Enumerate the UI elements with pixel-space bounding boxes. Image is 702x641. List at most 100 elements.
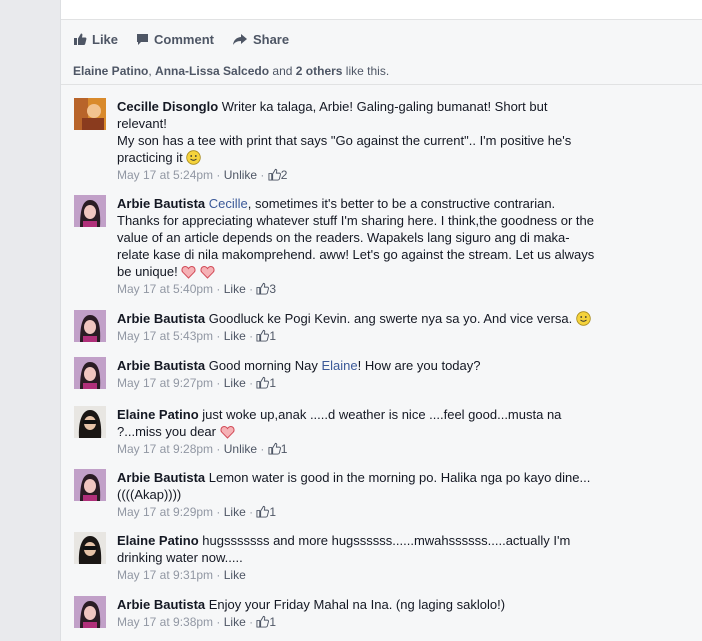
likes-summary: Elaine Patino, Anna-Lissa Salcedo and 2 … [73,64,389,78]
liker-link[interactable]: Anna-Lissa Salcedo [155,64,269,78]
liker-link[interactable]: Elaine Patino [73,64,148,78]
avatar[interactable] [74,532,106,564]
comment-author[interactable]: Elaine Patino [117,533,199,548]
comment-author[interactable]: Arbie Bautista [117,358,205,373]
comment-author[interactable]: Cecille Disonglo [117,99,218,114]
avatar[interactable] [74,357,106,389]
meta-separator: · [245,505,257,519]
comment-text: Good morning Nay [208,358,322,373]
comment-author[interactable]: Arbie Bautista [117,311,205,326]
comment-text: Enjoy your Friday Mahal na Ina. (ng lagi… [208,597,506,612]
comment-like-count[interactable]: 1 [281,442,288,456]
thumbs-up-icon [268,168,281,181]
comment-text: Thanks for appreciating whatever stuff I… [117,213,595,228]
meta-separator: · [213,168,224,182]
comment-timestamp[interactable]: May 17 at 5:40pm [117,282,213,296]
comment-like-count[interactable]: 3 [269,282,276,296]
like-link[interactable]: Like [224,329,246,343]
comment-timestamp[interactable]: May 17 at 9:28pm [117,442,213,456]
comment-like-count[interactable]: 2 [281,168,288,182]
post-card: Like Comment Share Elaine Patino, Anna-L… [60,0,702,641]
smiley-emoji-icon [576,311,591,326]
likes-and: and [269,64,296,78]
meta-separator: · [245,329,257,343]
comment-like-count[interactable]: 1 [269,615,276,629]
comment-text: hugsssssss and more hugssssss......mwahs… [202,533,571,548]
meta-separator: · [245,615,257,629]
comment-like-count[interactable]: 1 [269,505,276,519]
meta-separator: · [213,505,224,519]
smiley-emoji-icon [186,150,202,165]
share-action[interactable]: Share [232,32,289,47]
meta-separator: · [213,282,224,296]
meta-separator: · [213,376,224,390]
heart-emoji-icon [220,426,235,439]
thumbs-up-icon [256,282,270,295]
thumbs-up-icon [74,33,87,45]
meta-separator: · [213,568,224,582]
comment-text: Lemon water is good in the morning po. H… [208,470,591,485]
like-link[interactable]: Like [224,568,246,582]
avatar[interactable] [74,469,106,501]
avatar[interactable] [74,406,106,438]
comment-author[interactable]: Elaine Patino [117,407,199,422]
comment-text: ((((Akap)))) [117,487,182,502]
thumbs-up-icon [256,329,270,342]
comment-text: ! How are you today? [357,358,481,373]
avatar[interactable] [74,98,106,130]
comment-author[interactable]: Arbie Bautista [117,470,205,485]
post-actions-bar: Like Comment Share [73,30,289,48]
meta-separator: · [257,168,268,182]
avatar[interactable] [74,195,106,227]
comment-text: relevant! [117,116,167,131]
thumbs-up-icon [256,505,270,518]
comment-text: be unique! [117,264,178,279]
comment-timestamp[interactable]: May 17 at 9:27pm [117,376,213,390]
comment-text: Writer ka talaga, Arbie! Galing-galing b… [221,99,548,114]
comment-bubble-icon [137,33,149,45]
comment-timestamp[interactable]: May 17 at 9:29pm [117,505,213,519]
mention-link[interactable]: Elaine [322,358,358,373]
comment-text: My son has a tee with print that says "G… [117,133,572,148]
like-link[interactable]: Like [224,505,246,519]
avatar[interactable] [74,310,106,342]
others-link[interactable]: 2 others [296,64,343,78]
unlike-link[interactable]: Unlike [224,442,257,456]
comment-author[interactable]: Arbie Bautista [117,196,205,211]
like-link[interactable]: Like [224,615,246,629]
meta-separator: · [213,329,224,343]
comment-author[interactable]: Arbie Bautista [117,597,205,612]
unlike-link[interactable]: Unlike [224,168,257,182]
post-body-bottom [61,0,702,20]
like-link[interactable]: Like [224,282,246,296]
comment-timestamp[interactable]: May 17 at 9:31pm [117,568,213,582]
comment-timestamp[interactable]: May 17 at 9:38pm [117,615,213,629]
comment-timestamp[interactable]: May 17 at 5:24pm [117,168,213,182]
comment-text: practicing it [117,150,183,165]
comment-action[interactable]: Comment [136,32,214,47]
like-label: Like [92,31,119,47]
mention-link[interactable]: Cecille [209,196,248,211]
meta-separator: · [245,376,257,390]
heart-emoji-icon [181,266,196,279]
likes-tail: like this. [342,64,390,78]
thumbs-up-icon [256,615,270,628]
avatar[interactable] [74,596,106,628]
comment-like-count[interactable]: 1 [269,329,276,343]
heart-emoji-icon [200,266,215,279]
comment-text: value of an article depends on the reade… [117,230,570,245]
comment-text: relate kase di nila makomprehend. aww! L… [117,247,595,262]
thumbs-up-icon [256,376,270,389]
thumbs-up-icon [268,442,281,455]
comment-text: ?...miss you dear [117,424,216,439]
comment-text: Goodluck ke Pogi Kevin. ang swerte nya s… [208,311,573,326]
meta-separator: · [245,282,257,296]
meta-separator: · [213,442,224,456]
like-action[interactable]: Like [73,32,118,47]
comment-like-count[interactable]: 1 [269,376,276,390]
divider [61,84,702,85]
meta-separator: · [213,615,224,629]
comment-timestamp[interactable]: May 17 at 5:43pm [117,329,213,343]
comment-text: , sometimes it's better to be a construc… [247,196,556,211]
like-link[interactable]: Like [224,376,246,390]
